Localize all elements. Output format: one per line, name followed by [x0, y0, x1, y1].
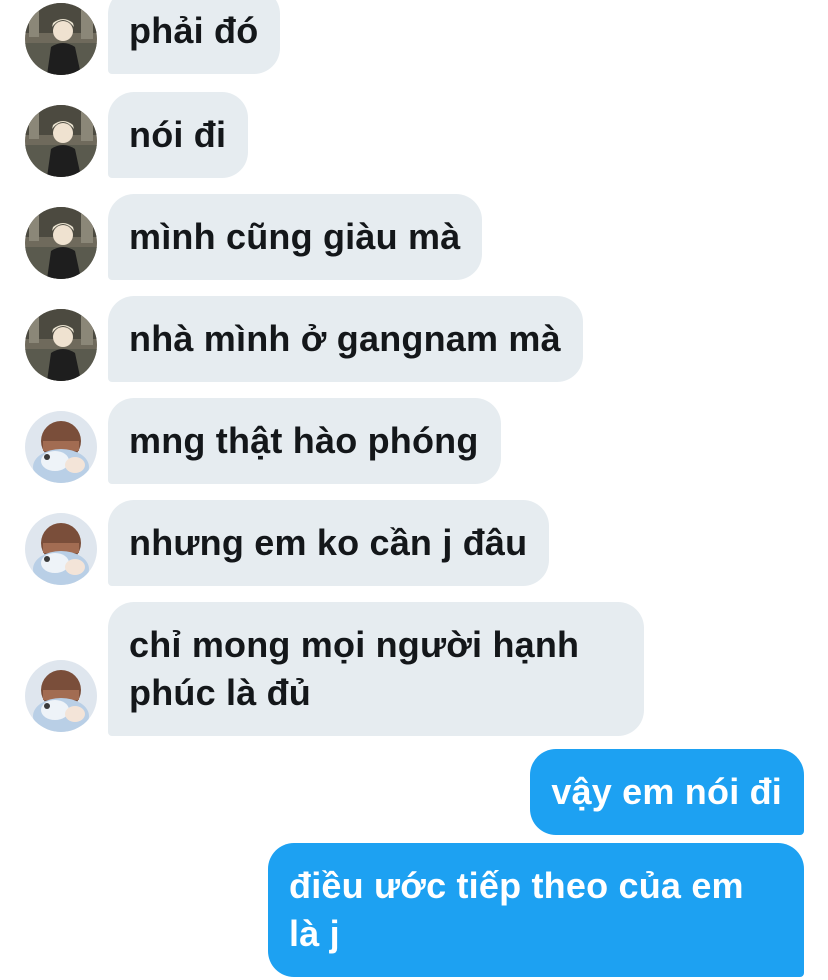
message-text: mng thật hào phóng [129, 420, 479, 461]
incoming-message-bubble[interactable]: chỉ mong mọi người hạnh phúc là đủ [108, 602, 644, 736]
incoming-message-bubble[interactable]: mình cũng giàu mà [108, 194, 483, 280]
message-text: phải đó [129, 10, 259, 51]
user-a-avatar[interactable] [25, 207, 97, 279]
user-a-avatar[interactable] [25, 309, 97, 381]
chat-conversation: phải đó nói đi mình cũng giàu mà nhà mìn… [0, 0, 828, 980]
message-text: nhưng em ko cần j đâu [129, 522, 528, 563]
outgoing-message-bubble[interactable]: vậy em nói đi [530, 749, 804, 835]
incoming-message-bubble[interactable]: nói đi [108, 92, 249, 178]
incoming-message-bubble[interactable]: nhưng em ko cần j đâu [108, 500, 550, 586]
message-text: điều ước tiếp theo của em là j [289, 865, 744, 954]
message-text: nói đi [129, 114, 227, 155]
user-b-avatar[interactable] [25, 513, 97, 585]
incoming-message-bubble[interactable]: mng thật hào phóng [108, 398, 501, 484]
user-a-avatar[interactable] [25, 3, 97, 75]
incoming-message-bubble[interactable]: nhà mình ở gangnam mà [108, 296, 583, 382]
outgoing-message-bubble[interactable]: điều ước tiếp theo của em là j [268, 843, 804, 977]
user-b-avatar[interactable] [25, 660, 97, 732]
message-text: vậy em nói đi [551, 771, 782, 812]
incoming-message-bubble[interactable]: phải đó [108, 0, 281, 74]
message-text: nhà mình ở gangnam mà [129, 318, 561, 359]
user-b-avatar[interactable] [25, 411, 97, 483]
message-text: mình cũng giàu mà [129, 216, 461, 257]
message-text: chỉ mong mọi người hạnh phúc là đủ [129, 624, 580, 713]
user-a-avatar[interactable] [25, 105, 97, 177]
